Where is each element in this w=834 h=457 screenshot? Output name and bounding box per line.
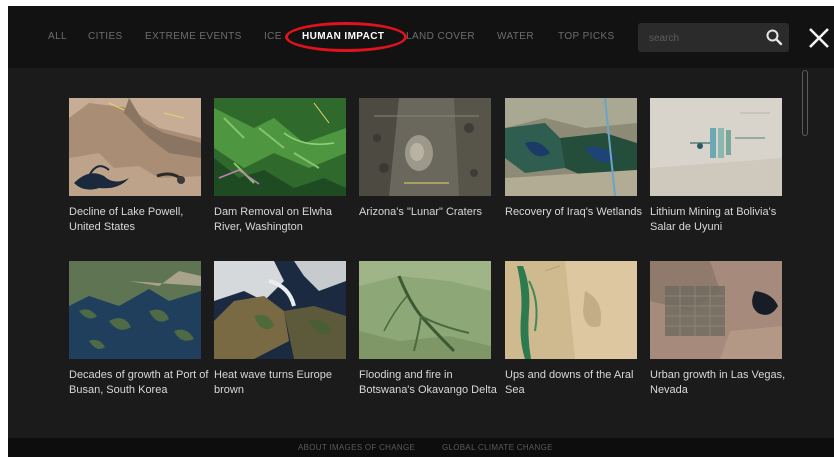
close-icon[interactable]	[806, 25, 832, 51]
top-bar: ALL CITIES EXTREME EVENTS ICE HUMAN IMPA…	[8, 6, 834, 68]
gallery-item-europe-heat-wave[interactable]: Heat wave turns Europe brown	[214, 261, 346, 398]
gallery-item-elwha-dam[interactable]: Dam Removal on Elwha River, Washington	[214, 98, 346, 235]
gallery-caption: Dam Removal on Elwha River, Washington	[214, 206, 332, 233]
gallery-item-las-vegas[interactable]: Urban growth in Las Vegas, Nevada	[650, 261, 785, 398]
aral-sea-thumbnail	[505, 261, 637, 359]
iraq-wetlands-thumbnail	[505, 98, 637, 196]
gallery-caption: Lithium Mining at Bolivia's Salar de Uyu…	[650, 206, 777, 233]
las-vegas-thumbnail	[650, 261, 782, 359]
search-icon[interactable]	[765, 28, 783, 46]
nav-item-land-cover[interactable]: LAND COVER	[406, 31, 475, 42]
lake-powell-thumbnail	[69, 98, 201, 196]
nav-item-cities[interactable]: CITIES	[88, 31, 123, 42]
port-of-busan-thumbnail	[69, 261, 201, 359]
nav-item-all[interactable]: ALL	[48, 31, 67, 42]
gallery-item-aral-sea[interactable]: Ups and downs of the Aral Sea	[505, 261, 637, 398]
gallery-item-salar-de-uyuni[interactable]: Lithium Mining at Bolivia's Salar de Uyu…	[650, 98, 782, 235]
footer: ABOUT IMAGES OF CHANGE GLOBAL CLIMATE CH…	[8, 438, 834, 457]
gallery-caption: Arizona's "Lunar" Craters	[359, 206, 483, 218]
nav-item-water[interactable]: WATER	[497, 31, 534, 42]
nav-item-ice[interactable]: ICE	[264, 31, 282, 42]
footer-link-about[interactable]: ABOUT IMAGES OF CHANGE	[298, 443, 415, 452]
gallery-caption: Ups and downs of the Aral Sea	[505, 369, 634, 396]
nav-item-top-picks[interactable]: TOP PICKS	[558, 31, 615, 42]
elwha-dam-thumbnail	[214, 98, 346, 196]
gallery-caption: Decline of Lake Powell, United States	[69, 206, 184, 233]
gallery-item-lunar-craters[interactable]: Arizona's "Lunar" Craters	[359, 98, 491, 220]
europe-heat-wave-thumbnail	[214, 261, 346, 359]
gallery-caption: Decades of growth at Port of Busan, Sout…	[69, 369, 209, 396]
gallery-item-okavango-delta[interactable]: Flooding and fire in Botswana's Okavango…	[359, 261, 497, 398]
gallery-caption: Heat wave turns Europe brown	[214, 369, 333, 396]
active-tab-highlight-ring	[285, 22, 407, 52]
gallery-caption: Flooding and fire in Botswana's Okavango…	[359, 369, 497, 396]
category-nav: ALL CITIES EXTREME EVENTS ICE HUMAN IMPA…	[8, 6, 638, 68]
salar-de-uyuni-thumbnail	[650, 98, 782, 196]
gallery-item-iraq-wetlands[interactable]: Recovery of Iraq's Wetlands	[505, 98, 642, 220]
nav-item-extreme-events[interactable]: EXTREME EVENTS	[145, 31, 242, 42]
scrollbar[interactable]	[801, 68, 811, 438]
gallery-item-port-of-busan[interactable]: Decades of growth at Port of Busan, Sout…	[69, 261, 208, 398]
okavango-delta-thumbnail	[359, 261, 491, 359]
gallery-item-lake-powell[interactable]: Decline of Lake Powell, United States	[69, 98, 201, 235]
lunar-craters-thumbnail	[359, 98, 491, 196]
gallery-window: ALL CITIES EXTREME EVENTS ICE HUMAN IMPA…	[8, 6, 834, 457]
search-box	[638, 23, 789, 52]
gallery-caption: Recovery of Iraq's Wetlands	[505, 206, 643, 218]
footer-link-global-climate-change[interactable]: GLOBAL CLIMATE CHANGE	[442, 443, 553, 452]
gallery-caption: Urban growth in Las Vegas, Nevada	[650, 369, 786, 396]
search-input[interactable]	[647, 29, 761, 47]
scrollbar-thumb[interactable]	[802, 70, 808, 136]
